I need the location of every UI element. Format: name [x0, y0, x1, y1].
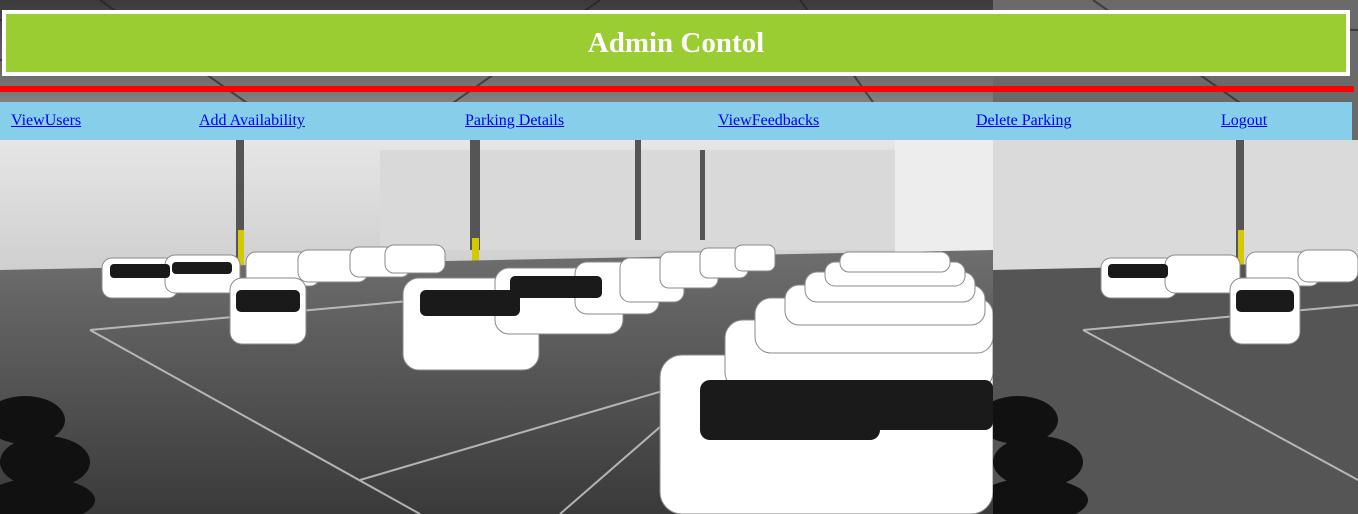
header-divider: [0, 86, 1354, 92]
nav-bar: ViewUsers Add Availability Parking Detai…: [0, 102, 1352, 140]
background-image: [0, 0, 1358, 514]
garage-photo-tile: [0, 0, 993, 514]
garage-photo-tile-repeat: [993, 0, 1358, 514]
nav-link-view-feedbacks[interactable]: ViewFeedbacks: [718, 112, 819, 130]
nav-link-parking-details[interactable]: Parking Details: [465, 112, 564, 130]
nav-link-view-users[interactable]: ViewUsers: [11, 112, 81, 130]
nav-link-add-availability[interactable]: Add Availability: [199, 112, 305, 130]
page-header: Admin Contol: [2, 10, 1350, 76]
page-title: Admin Contol: [587, 26, 765, 59]
nav-link-logout[interactable]: Logout: [1221, 112, 1267, 130]
nav-link-delete-parking[interactable]: Delete Parking: [976, 112, 1072, 130]
